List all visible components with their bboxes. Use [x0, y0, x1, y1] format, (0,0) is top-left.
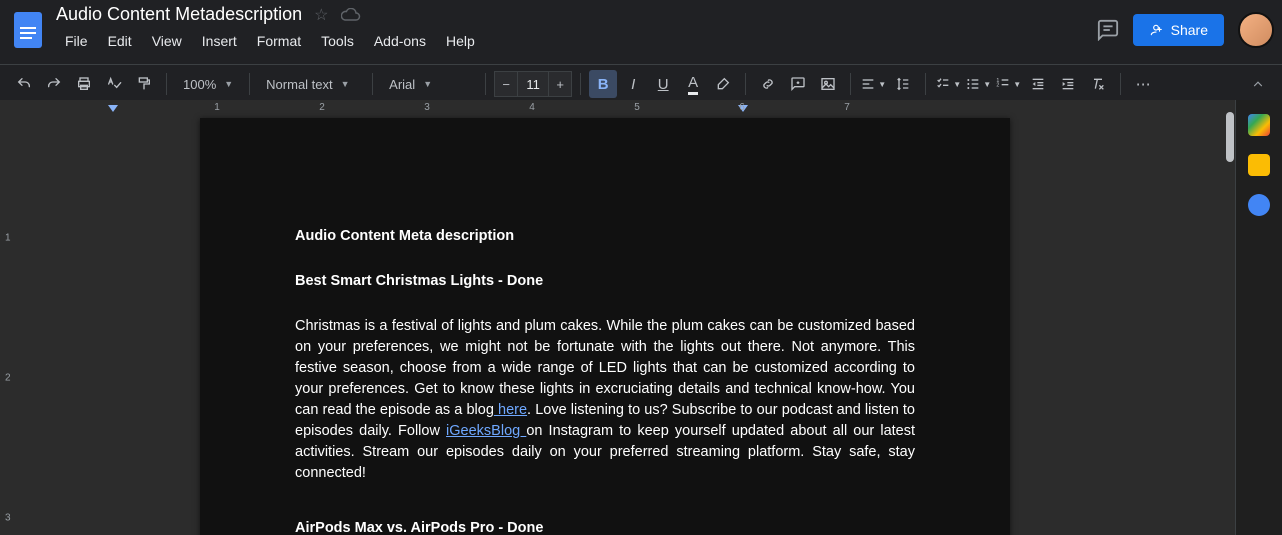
font-size-control: − 11 + [494, 71, 572, 97]
print-button[interactable] [70, 70, 98, 98]
chevron-down-icon: ▼ [953, 80, 961, 89]
app-header: Audio Content Metadescription ☆ File Edi… [0, 0, 1282, 64]
bold-button[interactable]: B [589, 70, 617, 98]
cloud-status-icon[interactable] [341, 8, 361, 22]
checklist-button[interactable]: ▼ [934, 70, 962, 98]
chevron-down-icon: ▼ [224, 79, 233, 89]
underline-button[interactable]: U [649, 70, 677, 98]
keep-app-icon[interactable] [1248, 154, 1270, 176]
doc-heading: Audio Content Meta description [295, 226, 915, 247]
person-add-icon [1149, 23, 1163, 37]
chevron-down-icon: ▼ [878, 80, 886, 89]
ruler-tick: 1 [5, 233, 11, 244]
ruler-tick: 2 [319, 102, 325, 113]
font-size-input[interactable]: 11 [518, 71, 548, 97]
insert-comment-button[interactable] [784, 70, 812, 98]
redo-button[interactable] [40, 70, 68, 98]
doc-subheading: AirPods Max vs. AirPods Pro - Done [295, 518, 915, 535]
calendar-app-icon[interactable] [1248, 114, 1270, 136]
insert-link-button[interactable] [754, 70, 782, 98]
font-value: Arial [389, 77, 415, 92]
clear-formatting-button[interactable] [1084, 70, 1112, 98]
account-avatar[interactable] [1238, 12, 1274, 48]
title-area: Audio Content Metadescription ☆ File Edi… [56, 4, 1097, 53]
numbered-list-button[interactable]: 12▼ [994, 70, 1022, 98]
text-color-button[interactable]: A [679, 70, 707, 98]
font-dropdown[interactable]: Arial ▼ [381, 70, 477, 98]
italic-button[interactable]: I [619, 70, 647, 98]
collapse-toolbar-button[interactable] [1244, 70, 1272, 98]
highlight-button[interactable] [709, 70, 737, 98]
paint-format-button[interactable] [130, 70, 158, 98]
ruler-tick: 5 [634, 102, 640, 113]
editor-workspace: 1 2 3 4 5 6 7 1 2 3 Audio Content Meta d… [0, 100, 1236, 535]
docs-home-icon[interactable] [8, 4, 48, 56]
style-value: Normal text [266, 77, 332, 92]
chevron-down-icon: ▼ [341, 79, 350, 89]
increase-indent-button[interactable] [1054, 70, 1082, 98]
header-actions: Share [1097, 4, 1274, 48]
line-spacing-button[interactable] [889, 70, 917, 98]
menu-bar: File Edit View Insert Format Tools Add-o… [56, 29, 1097, 53]
document-title[interactable]: Audio Content Metadescription [56, 4, 302, 25]
align-dropdown[interactable]: ▼ [859, 70, 887, 98]
ruler-tick: 2 [5, 373, 11, 384]
ruler-tick: 4 [529, 102, 535, 113]
ruler-tick: 1 [214, 102, 220, 113]
doc-link-here[interactable]: here [494, 402, 527, 418]
vertical-ruler[interactable]: 1 2 3 [0, 118, 22, 535]
spellcheck-button[interactable] [100, 70, 128, 98]
menu-format[interactable]: Format [248, 29, 310, 53]
menu-edit[interactable]: Edit [99, 29, 141, 53]
doc-link-igeeksblog[interactable]: iGeeksBlog [446, 423, 526, 439]
star-icon[interactable]: ☆ [314, 5, 328, 25]
share-label: Share [1171, 22, 1208, 38]
increase-font-button[interactable]: + [548, 71, 572, 97]
zoom-value: 100% [183, 77, 216, 92]
document-page[interactable]: Audio Content Meta description Best Smar… [200, 118, 1010, 535]
toolbar: 100% ▼ Normal text ▼ Arial ▼ − 11 + B I U A… [0, 64, 1282, 104]
insert-image-button[interactable] [814, 70, 842, 98]
bulleted-list-button[interactable]: ▼ [964, 70, 992, 98]
svg-text:2: 2 [997, 83, 1000, 89]
menu-insert[interactable]: Insert [193, 29, 246, 53]
chevron-down-icon: ▼ [983, 80, 991, 89]
ruler-tick: 3 [5, 513, 11, 524]
doc-paragraph: Christmas is a festival of lights and pl… [295, 316, 915, 484]
vertical-scrollbar-thumb[interactable] [1226, 112, 1234, 162]
chevron-down-icon: ▼ [1013, 80, 1021, 89]
horizontal-ruler[interactable]: 1 2 3 4 5 6 7 [22, 100, 1224, 118]
menu-file[interactable]: File [56, 29, 97, 53]
more-toolbar-button[interactable]: ⋯ [1129, 70, 1157, 98]
share-button[interactable]: Share [1133, 14, 1224, 46]
paragraph-style-dropdown[interactable]: Normal text ▼ [258, 70, 364, 98]
ruler-tick: 7 [844, 102, 850, 113]
menu-tools[interactable]: Tools [312, 29, 363, 53]
doc-subheading: Best Smart Christmas Lights - Done [295, 271, 915, 292]
comments-icon[interactable] [1097, 19, 1119, 41]
menu-addons[interactable]: Add-ons [365, 29, 435, 53]
page-content[interactable]: Audio Content Meta description Best Smar… [200, 118, 1010, 535]
decrease-font-button[interactable]: − [494, 71, 518, 97]
side-panel [1235, 100, 1282, 535]
left-indent-marker[interactable] [108, 105, 118, 112]
menu-view[interactable]: View [143, 29, 191, 53]
undo-button[interactable] [10, 70, 38, 98]
zoom-dropdown[interactable]: 100% ▼ [175, 70, 241, 98]
ruler-tick: 3 [424, 102, 430, 113]
chevron-down-icon: ▼ [423, 79, 432, 89]
tasks-app-icon[interactable] [1248, 194, 1270, 216]
menu-help[interactable]: Help [437, 29, 484, 53]
decrease-indent-button[interactable] [1024, 70, 1052, 98]
ruler-tick: 6 [739, 102, 745, 113]
